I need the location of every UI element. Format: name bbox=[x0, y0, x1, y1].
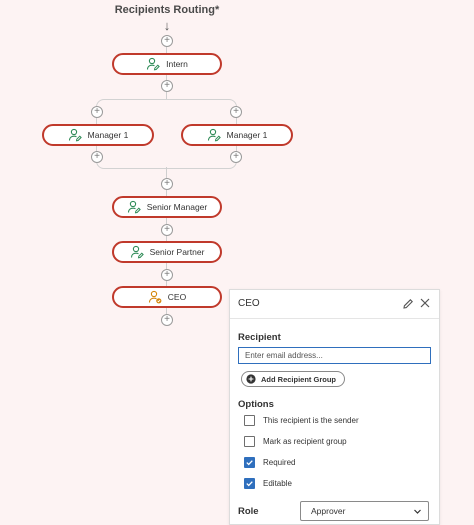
add-step-button[interactable]: + bbox=[91, 151, 103, 163]
option-editable[interactable]: Editable bbox=[244, 478, 292, 489]
add-step-button[interactable]: + bbox=[161, 178, 173, 190]
routing-title: Recipients Routing* bbox=[114, 4, 220, 16]
node-label: Manager 1 bbox=[87, 130, 129, 140]
option-label: Editable bbox=[263, 479, 292, 488]
add-step-button[interactable]: + bbox=[91, 106, 103, 118]
add-group-label: Add Recipient Group bbox=[261, 374, 336, 384]
node-label: Senior Partner bbox=[149, 247, 205, 257]
add-step-button[interactable]: + bbox=[230, 151, 242, 163]
add-step-button[interactable]: + bbox=[161, 80, 173, 92]
option-label: Required bbox=[263, 458, 296, 467]
user-approver-icon bbox=[148, 290, 162, 304]
add-step-button[interactable]: + bbox=[161, 224, 173, 236]
option-label: This recipient is the sender bbox=[263, 416, 359, 425]
add-circle-icon bbox=[246, 374, 256, 384]
email-input[interactable] bbox=[238, 347, 431, 364]
checkbox[interactable] bbox=[244, 436, 255, 447]
close-icon[interactable] bbox=[418, 296, 432, 310]
checkmark-icon bbox=[246, 460, 253, 466]
panel-title: CEO bbox=[238, 298, 260, 309]
recipient-properties-panel: CEO Recipient Add Recipient Group Option… bbox=[229, 289, 440, 525]
option-recipient-group[interactable]: Mark as recipient group bbox=[244, 436, 347, 447]
recipient-node-intern[interactable]: Intern bbox=[112, 53, 222, 75]
user-edit-icon bbox=[146, 57, 160, 71]
add-step-button[interactable]: + bbox=[161, 35, 173, 47]
connector-line bbox=[166, 91, 167, 99]
pencil-icon[interactable] bbox=[402, 297, 414, 309]
recipient-node-senior-partner[interactable]: Senior Partner bbox=[112, 241, 222, 263]
recipient-node-manager-1[interactable]: Manager 1 bbox=[181, 124, 293, 146]
add-step-button[interactable]: + bbox=[230, 106, 242, 118]
chevron-down-icon bbox=[413, 507, 422, 516]
add-step-button[interactable]: + bbox=[161, 269, 173, 281]
node-label: Intern bbox=[166, 59, 188, 69]
checkmark-icon bbox=[246, 481, 253, 487]
user-edit-icon bbox=[68, 128, 82, 142]
user-edit-icon bbox=[127, 200, 141, 214]
add-recipient-group-button[interactable]: Add Recipient Group bbox=[241, 371, 345, 387]
role-value: Approver bbox=[311, 506, 346, 516]
panel-header: CEO bbox=[230, 290, 439, 319]
role-select[interactable]: Approver bbox=[300, 501, 429, 521]
recipient-node-senior-manager[interactable]: Senior Manager bbox=[112, 196, 222, 218]
option-sender[interactable]: This recipient is the sender bbox=[244, 415, 359, 426]
node-label: CEO bbox=[167, 292, 187, 302]
user-edit-icon bbox=[207, 128, 221, 142]
checkbox[interactable] bbox=[244, 457, 255, 468]
checkbox[interactable] bbox=[244, 478, 255, 489]
add-step-button[interactable]: + bbox=[161, 314, 173, 326]
user-edit-icon bbox=[130, 245, 144, 259]
option-required[interactable]: Required bbox=[244, 457, 295, 468]
connector-line bbox=[166, 167, 167, 178]
node-label: Manager 1 bbox=[226, 130, 268, 140]
recipient-section-label: Recipient bbox=[238, 332, 281, 343]
start-arrow-icon: ↓ bbox=[163, 18, 171, 33]
option-label: Mark as recipient group bbox=[263, 437, 347, 446]
options-section-label: Options bbox=[238, 399, 274, 410]
node-label: Senior Manager bbox=[146, 202, 208, 212]
role-label: Role bbox=[238, 506, 259, 517]
checkbox[interactable] bbox=[244, 415, 255, 426]
recipient-node-ceo[interactable]: CEO bbox=[112, 286, 222, 308]
recipient-node-manager-1[interactable]: Manager 1 bbox=[42, 124, 154, 146]
